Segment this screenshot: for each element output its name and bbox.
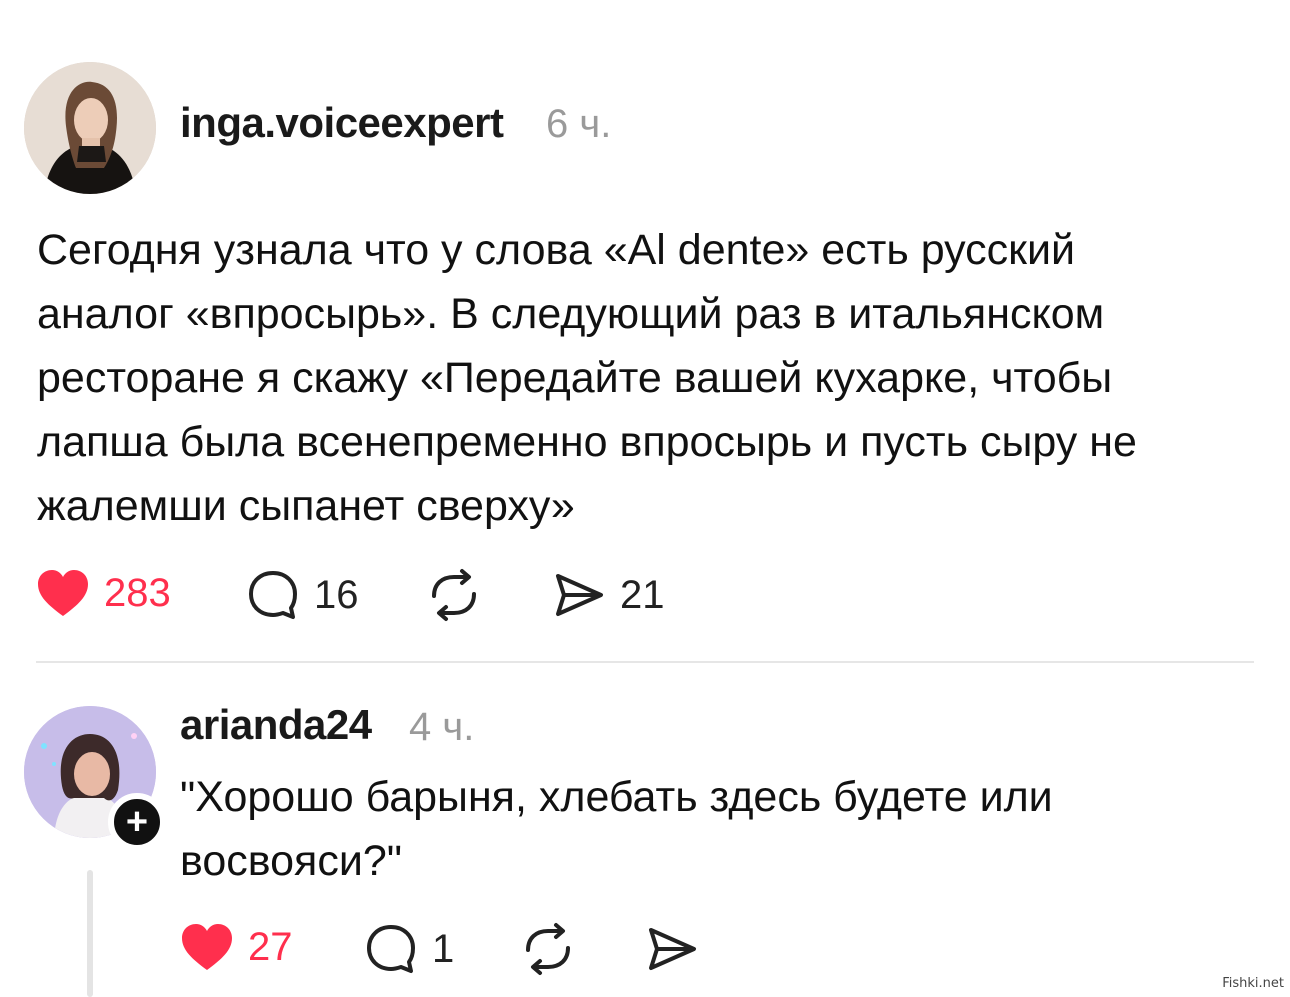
reply-timestamp: 4 ч. [409, 705, 475, 749]
reply-like-button[interactable]: 27 [180, 922, 293, 972]
comment-button[interactable]: 16 [246, 568, 359, 622]
reply-comment-count: 1 [432, 926, 455, 971]
like-button[interactable]: 283 [36, 568, 171, 618]
paper-plane-icon [649, 928, 696, 970]
like-count: 283 [104, 570, 171, 615]
reply-username[interactable]: arianda24 [180, 701, 372, 749]
follow-button[interactable]: + [108, 793, 166, 851]
speech-bubble-icon [367, 925, 415, 973]
post-timestamp: 6 ч. [546, 102, 612, 146]
post-text-line: аналог «впросырь». В следующий раз в ита… [37, 290, 1105, 338]
reply-body: "Хорошо барыня, хлебать здесь будете или… [180, 765, 1240, 893]
repost-button[interactable] [426, 568, 482, 622]
author-avatar[interactable] [24, 62, 156, 194]
repost-arrows-icon [432, 569, 476, 621]
comment-count: 16 [314, 572, 359, 617]
paper-plane-icon [556, 574, 603, 616]
post-body: Сегодня узнала что у слова «Al dente» ес… [37, 218, 1267, 538]
reply-text-line: восвояси?" [180, 837, 403, 885]
post-text-line: жалемши сыпанет сверху» [37, 482, 575, 530]
reply-like-count: 27 [248, 924, 293, 969]
post-text-line: ресторане я скажу «Передайте вашей кухар… [37, 354, 1113, 402]
post-text-line: лапша была всенепременно впросырь и пуст… [37, 418, 1137, 466]
reply-share-button[interactable] [645, 922, 699, 976]
repost-arrows-icon [526, 923, 570, 975]
reply-comment-button[interactable]: 1 [364, 922, 454, 976]
share-button[interactable]: 21 [552, 568, 665, 622]
plus-icon: + [125, 801, 149, 843]
share-count: 21 [620, 572, 665, 617]
post-text-line: Сегодня узнала что у слова «Al dente» ес… [37, 226, 1076, 274]
heart-filled-icon [182, 924, 232, 970]
watermark: Fishki.net [1222, 976, 1284, 991]
reply-text-line: "Хорошо барыня, хлебать здесь будете или [180, 773, 1053, 821]
speech-bubble-icon [249, 571, 297, 619]
heart-filled-icon [38, 570, 88, 616]
thread-line [87, 870, 93, 997]
reply-repost-button[interactable] [520, 922, 576, 976]
author-username[interactable]: inga.voiceexpert [180, 99, 504, 147]
divider [36, 661, 1254, 663]
